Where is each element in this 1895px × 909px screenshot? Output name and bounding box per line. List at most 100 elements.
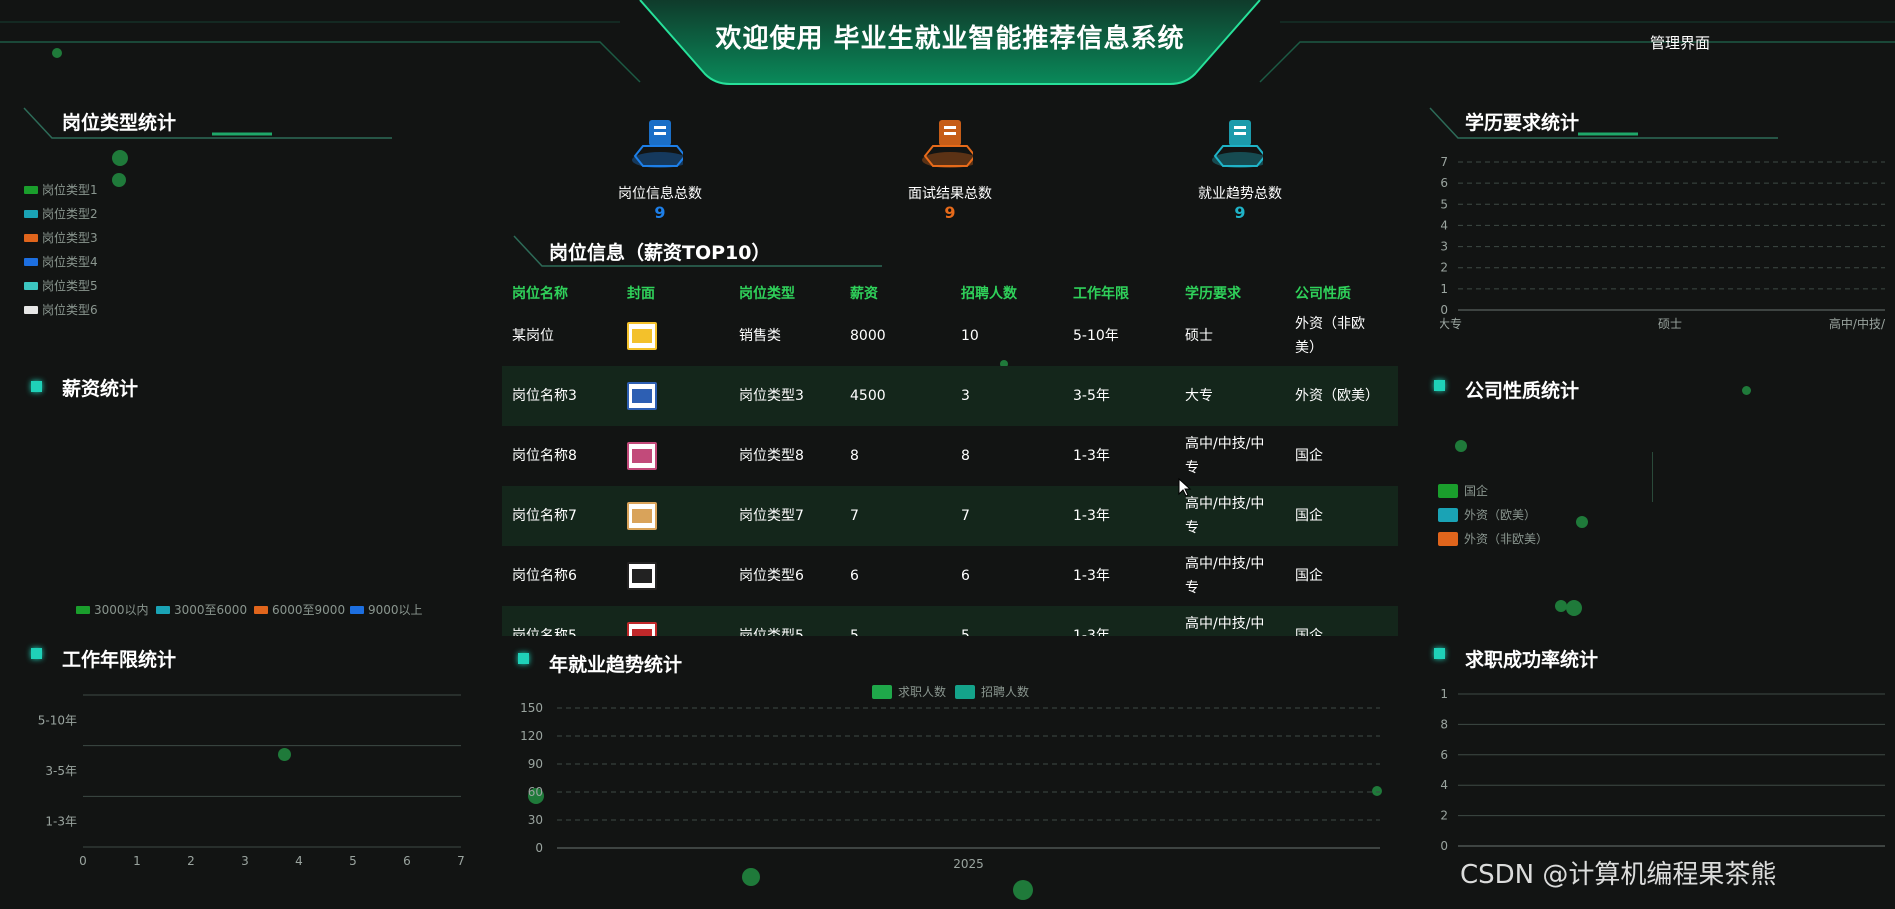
legend-item[interactable]: 招聘人数: [955, 683, 1029, 700]
stat-value: 9: [944, 203, 956, 222]
legend-item[interactable]: 岗位类型3: [24, 229, 98, 246]
legend-item[interactable]: 6000至9000: [254, 601, 345, 618]
cell-salary: 7: [850, 508, 859, 524]
legend-label: 求职人数: [898, 685, 947, 699]
legend-label: 6000至9000: [272, 603, 346, 617]
y-tick-label: 0.4: [1440, 778, 1448, 792]
column-header[interactable]: 工作年限: [1073, 283, 1129, 303]
table-row[interactable]: 岗位名称6 岗位类型6 6 6 1-3年 高中/中技/中专 国企: [502, 546, 1398, 606]
legend-label: 岗位类型2: [42, 207, 98, 221]
legend-swatch: [350, 605, 364, 614]
legend-swatch: [254, 605, 268, 614]
legend-item[interactable]: 国企: [1438, 482, 1488, 499]
cell-company: 国企: [1295, 568, 1323, 584]
x-tick-label: 大专: [1440, 316, 1462, 331]
legend-item[interactable]: 岗位类型2: [24, 205, 98, 222]
column-header[interactable]: 岗位类型: [739, 283, 795, 303]
cell-salary: 4500: [850, 388, 886, 404]
legend-item[interactable]: 3000至6000: [156, 601, 247, 618]
cell-salary: 8: [850, 448, 859, 464]
legend-item[interactable]: 9000以上: [350, 601, 423, 618]
stat-value: 9: [1234, 203, 1246, 222]
clipboard-icon: [1212, 120, 1263, 168]
ambient-dot: [1013, 880, 1033, 900]
table-row[interactable]: 岗位名称3 岗位类型3 4500 3 3-5年 大专 外资（欧美）: [502, 366, 1398, 426]
cell-edu: 高中/中技/中专: [1185, 616, 1265, 632]
cell-company: 外资（非欧美）: [1295, 316, 1365, 356]
ambient-dot: [1742, 386, 1751, 395]
y-tick-label: 1-3年: [45, 815, 77, 829]
legend-swatch: [24, 209, 38, 218]
legend-item[interactable]: 外资（欧美）: [1438, 506, 1536, 523]
panel-marker-icon: [518, 653, 529, 664]
legend-swatch: [1438, 483, 1458, 498]
stat-value: 9: [654, 203, 666, 222]
legend-label: 岗位类型3: [42, 231, 98, 245]
cell-company: 外资（欧美）: [1295, 388, 1379, 404]
admin-link[interactable]: 管理界面: [1650, 32, 1710, 53]
cell-count: 3: [961, 388, 970, 404]
table-row[interactable]: 岗位名称8 岗位类型8 8 8 1-3年 高中/中技/中专 国企: [502, 426, 1398, 486]
legend-item[interactable]: 岗位类型4: [24, 253, 98, 270]
cover-thumbnail[interactable]: [627, 382, 657, 410]
legend-swatch: [1438, 531, 1458, 546]
legend-swatch: [955, 684, 975, 699]
column-header[interactable]: 薪资: [850, 283, 878, 303]
cover-thumbnail[interactable]: [627, 502, 657, 530]
y-tick-label: 150: [520, 701, 543, 715]
cell-name: 岗位名称6: [512, 568, 577, 584]
column-header[interactable]: 招聘人数: [961, 283, 1017, 303]
legend-item[interactable]: 岗位类型6: [24, 301, 98, 318]
column-header[interactable]: 学历要求: [1185, 283, 1241, 303]
cell-edu: 硕士: [1185, 328, 1213, 344]
cell-salary: 5: [850, 628, 859, 636]
legend-swatch: [24, 257, 38, 266]
column-header[interactable]: 岗位名称: [512, 283, 568, 303]
legend-item[interactable]: 岗位类型5: [24, 277, 98, 294]
work-years-title: 工作年限统计: [62, 649, 177, 671]
table-row[interactable]: 岗位名称5 岗位类型5 5 5 1-3年 高中/中技/中专国企: [502, 606, 1398, 636]
salary-title: 薪资统计: [62, 378, 139, 400]
legend-swatch: [1438, 507, 1458, 522]
column-header[interactable]: 封面: [627, 283, 655, 303]
divider: [1652, 452, 1653, 502]
ambient-dot: [112, 173, 126, 187]
table-row[interactable]: 岗位名称7 岗位类型7 7 7 1-3年 高中/中技/中专 国企: [502, 486, 1398, 546]
ambient-dot: [1576, 516, 1588, 528]
y-tick-label: 5-10年: [38, 713, 77, 727]
y-tick-label: 2: [1440, 261, 1448, 275]
stat-label: 就业趋势总数: [1198, 186, 1282, 202]
cell-count: 5: [961, 628, 970, 636]
cover-image: [632, 629, 652, 636]
mouse-cursor-icon: [1178, 478, 1192, 497]
cover-image: [632, 389, 652, 403]
legend-label: 招聘人数: [981, 685, 1030, 699]
legend-item[interactable]: 岗位类型1: [24, 181, 98, 198]
legend-swatch: [156, 605, 170, 614]
cover-thumbnail[interactable]: [627, 442, 657, 470]
y-tick-label: 120: [520, 729, 543, 743]
cell-company: 国企: [1295, 508, 1323, 524]
cell-name: 岗位名称3: [512, 388, 577, 404]
cell-name: 某岗位: [512, 328, 554, 344]
stat-label: 面试结果总数: [908, 186, 992, 202]
work-years-chart: 5-10年 3-5年 1-3年 0 1 2 3 4 5 6 7: [38, 694, 465, 868]
cover-thumbnail[interactable]: [627, 322, 657, 350]
cover-image: [632, 509, 652, 523]
legend-item[interactable]: 外资（非欧美）: [1438, 530, 1548, 547]
y-tick-label: 0.6: [1440, 748, 1448, 762]
job-type-title: 岗位类型统计: [62, 112, 177, 134]
cover-thumbnail[interactable]: [627, 562, 657, 590]
legend-label: 3000至6000: [174, 603, 248, 617]
table-row[interactable]: 某岗位 销售类 8000 10 5-10年 硕士 外资（非欧美）: [502, 306, 1398, 366]
legend-item[interactable]: 3000以内: [76, 601, 149, 618]
cover-thumbnail[interactable]: [627, 622, 657, 636]
cell-years: 5-10年: [1073, 328, 1119, 344]
column-header[interactable]: 公司性质: [1295, 283, 1351, 303]
cover-image: [632, 449, 652, 463]
jobs-table: 岗位名称 封面 岗位类型 薪资 招聘人数 工作年限 学历要求 公司性质 某岗位 销售类 8000 1…: [502, 278, 1398, 636]
success-rate-chart: 1 0.8 0.6 0.4 0.2 0: [1440, 687, 1885, 853]
x-tick-label: 硕士: [1658, 317, 1682, 331]
legend-swatch: [872, 684, 892, 699]
legend-item[interactable]: 求职人数: [872, 683, 946, 700]
